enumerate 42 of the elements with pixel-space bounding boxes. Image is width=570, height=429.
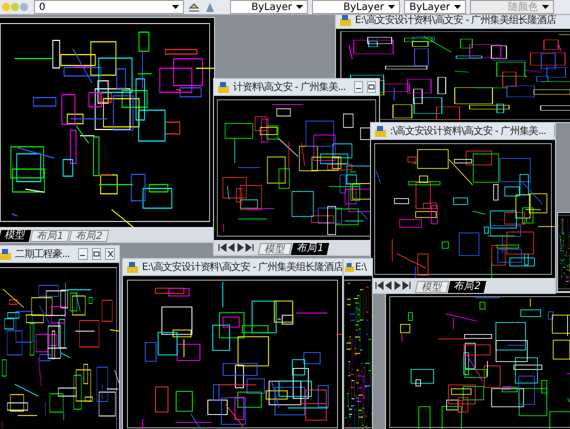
layout-tab[interactable]: 布局1 xyxy=(30,230,71,242)
layout-tab[interactable]: 布局1 xyxy=(290,243,330,255)
color-dropdown[interactable]: ByLayer xyxy=(230,0,308,14)
window-title: E:\高文安设计资料\高文安 - 广州集美组长隆酒店 xyxy=(355,14,556,28)
layer-tool-icon[interactable] xyxy=(188,2,200,12)
dropdown-caret-icon xyxy=(454,5,461,9)
maximize-icon xyxy=(368,84,375,90)
dropdown-caret-icon xyxy=(388,5,395,9)
dropdown-caret-icon xyxy=(296,5,303,9)
maximize-button[interactable] xyxy=(366,81,376,93)
window-title: E:\高文安设计资料\高文安 - 广州集美组长隆酒店 xyxy=(142,260,342,274)
drawing-file-icon xyxy=(345,262,354,272)
layer-dropdown[interactable]: 0 xyxy=(34,0,184,14)
dropdown-caret-icon xyxy=(172,5,179,9)
lineweight-dropdown[interactable]: ByLayer xyxy=(404,0,466,14)
minimize-button[interactable] xyxy=(78,248,88,260)
window-title: E:\ xyxy=(355,260,366,274)
maximize-icon xyxy=(92,251,100,257)
drawing-file-icon xyxy=(127,262,138,272)
tab-navigation-arrows-icon xyxy=(375,281,411,290)
layout-tab[interactable]: 模型 xyxy=(414,281,450,293)
drawing-file-icon xyxy=(340,14,351,26)
layout-tab[interactable]: 模型 xyxy=(0,230,32,242)
drawing-file-icon xyxy=(218,82,229,92)
window-title: :\高文安设计资料\高文安 - 广州集美... xyxy=(390,124,546,138)
layer-state-icons xyxy=(2,2,30,12)
layout-tab[interactable]: 模型 xyxy=(258,243,292,255)
window-title: 计资料\高文安 - 广州集美... xyxy=(233,80,346,94)
window-title: 二期工程豪... xyxy=(15,248,70,262)
drawing-file-icon xyxy=(0,248,11,260)
layer-name: 0 xyxy=(39,0,46,14)
linetype-dropdown[interactable]: ByLayer xyxy=(312,0,400,14)
tab-navigation-arrows-icon xyxy=(218,243,254,252)
dropdown-caret-icon xyxy=(542,5,549,9)
close-button[interactable] xyxy=(105,248,115,260)
maximize-button[interactable] xyxy=(92,248,102,260)
close-icon xyxy=(106,251,114,257)
layer-previous-icon[interactable] xyxy=(204,2,216,12)
drawing-file-icon xyxy=(375,126,386,136)
layout-tab[interactable]: 布局2 xyxy=(69,230,110,242)
layout-tab[interactable]: 布局2 xyxy=(448,281,487,293)
minimize-button[interactable] xyxy=(354,81,363,93)
